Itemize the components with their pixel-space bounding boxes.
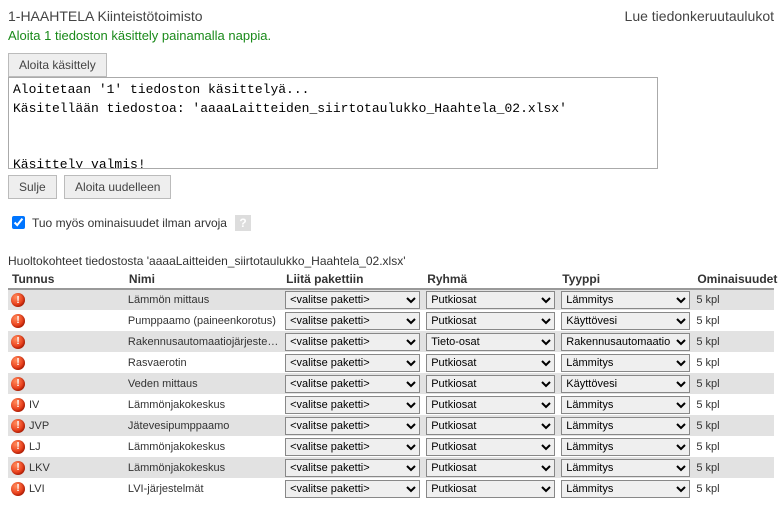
tyyppi-select[interactable]: Käyttövesi [561,312,690,330]
table-subhead: Huoltokohteet tiedostosta 'aaaaLaitteide… [8,254,774,268]
table-row: ! JVP Jätevesipumppaamo<valitse paketti> Pu… [8,415,774,436]
tyyppi-select[interactable]: Rakennusautomaatio [561,333,690,351]
paketti-select[interactable]: <valitse paketti> [285,417,420,435]
nimi-text: Lämmönjakokeskus [125,457,282,478]
warning-icon[interactable]: ! [11,314,25,328]
tyyppi-select[interactable]: Lämmitys [561,396,690,414]
warning-icon[interactable]: ! [11,419,25,433]
table-row: ! LJ Lämmönjakokeskus<valitse paketti> Putk… [8,436,774,457]
tunnus-text: LJ [29,441,41,453]
tyyppi-select[interactable]: Lämmitys [561,417,690,435]
page-title-right: Lue tiedonkeruutaulukot [625,8,774,24]
tunnus-text: LVI [29,483,45,495]
paketti-select[interactable]: <valitse paketti> [285,291,420,309]
ominaisuudet-text: 5 kpl [693,457,774,478]
warning-icon[interactable]: ! [11,461,25,475]
ryhma-select[interactable]: Putkiosat [426,459,555,477]
col-paketti: Liitä pakettiin [282,270,423,289]
log-output[interactable] [8,77,658,169]
nimi-text: Lämmönjakokeskus [125,436,282,457]
col-nimi: Nimi [125,270,282,289]
paketti-select[interactable]: <valitse paketti> [285,312,420,330]
paketti-select[interactable]: <valitse paketti> [285,480,420,498]
paketti-select[interactable]: <valitse paketti> [285,333,420,351]
tyyppi-select[interactable]: Lämmitys [561,291,690,309]
tyyppi-select[interactable]: Lämmitys [561,480,690,498]
start-button[interactable]: Aloita käsittely [8,53,107,77]
table-row: ! Pumppaamo (paineenkorotus)<valitse pake… [8,310,774,331]
ryhma-select[interactable]: Putkiosat [426,480,555,498]
warning-icon[interactable]: ! [11,440,25,454]
restart-button[interactable]: Aloita uudelleen [64,175,171,199]
table-row: ! LKV Lämmönjakokeskus<valitse paketti> Put… [8,457,774,478]
paketti-select[interactable]: <valitse paketti> [285,459,420,477]
ominaisuudet-text: 5 kpl [693,394,774,415]
paketti-select[interactable]: <valitse paketti> [285,396,420,414]
ryhma-select[interactable]: Putkiosat [426,417,555,435]
page-title-left: 1-HAAHTELA Kiinteistötoimisto [8,8,203,24]
table-row: ! IV Lämmönjakokeskus<valitse paketti> Putk… [8,394,774,415]
ominaisuudet-text: 5 kpl [693,310,774,331]
nimi-text: Rasvaerotin [125,352,282,373]
tunnus-text: LKV [29,462,50,474]
tyyppi-select[interactable]: Käyttövesi [561,375,690,393]
tunnus-text: IV [29,399,39,411]
import-empty-checkbox[interactable] [12,216,25,229]
status-message: Aloita 1 tiedoston käsittely painamalla … [8,28,774,43]
ominaisuudet-text: 5 kpl [693,373,774,394]
table-row: ! Rakennusautomaatiojärjestelmä<valitse p… [8,331,774,352]
paketti-select[interactable]: <valitse paketti> [285,375,420,393]
table-row: ! Lämmön mittaus<valitse paketti> Putkiosa… [8,289,774,310]
paketti-select[interactable]: <valitse paketti> [285,438,420,456]
ryhma-select[interactable]: Putkiosat [426,375,555,393]
nimi-text: Pumppaamo (paineenkorotus) [125,310,282,331]
results-table: Tunnus Nimi Liitä pakettiin Ryhmä Tyyppi… [8,270,774,499]
ryhma-select[interactable]: Putkiosat [426,438,555,456]
warning-icon[interactable]: ! [11,356,25,370]
ominaisuudet-text: 5 kpl [693,289,774,310]
ominaisuudet-text: 5 kpl [693,352,774,373]
ryhma-select[interactable]: Putkiosat [426,312,555,330]
col-ryhma: Ryhmä [423,270,558,289]
nimi-text: Lämmön mittaus [125,289,282,310]
nimi-text: Lämmönjakokeskus [125,394,282,415]
table-row: ! LVI LVI-järjestelmät<valitse paketti> Put… [8,478,774,499]
ominaisuudet-text: 5 kpl [693,415,774,436]
tyyppi-select[interactable]: Lämmitys [561,459,690,477]
ryhma-select[interactable]: Tieto-osat [426,333,555,351]
tyyppi-select[interactable]: Lämmitys [561,438,690,456]
warning-icon[interactable]: ! [11,482,25,496]
warning-icon[interactable]: ! [11,335,25,349]
col-tyyppi: Tyyppi [558,270,693,289]
table-row: ! Rasvaerotin<valitse paketti> Putkiosat Lä… [8,352,774,373]
nimi-text: Veden mittaus [125,373,282,394]
help-icon[interactable]: ? [235,215,251,231]
col-tunnus: Tunnus [8,270,125,289]
ominaisuudet-text: 5 kpl [693,331,774,352]
ryhma-select[interactable]: Putkiosat [426,396,555,414]
warning-icon[interactable]: ! [11,293,25,307]
warning-icon[interactable]: ! [11,398,25,412]
ryhma-select[interactable]: Putkiosat [426,354,555,372]
nimi-text: Jätevesipumppaamo [125,415,282,436]
table-row: ! Veden mittaus<valitse paketti> Putkiosat… [8,373,774,394]
warning-icon[interactable]: ! [11,377,25,391]
ominaisuudet-text: 5 kpl [693,436,774,457]
nimi-text: LVI-järjestelmät [125,478,282,499]
import-empty-label[interactable]: Tuo myös ominaisuudet ilman arvoja [32,216,227,230]
tunnus-text: JVP [29,420,49,432]
col-omin: Ominaisuudet [693,270,774,289]
close-button[interactable]: Sulje [8,175,57,199]
ryhma-select[interactable]: Putkiosat [426,291,555,309]
tyyppi-select[interactable]: Lämmitys [561,354,690,372]
ominaisuudet-text: 5 kpl [693,478,774,499]
nimi-text: Rakennusautomaatiojärjestelmä [125,331,282,352]
paketti-select[interactable]: <valitse paketti> [285,354,420,372]
